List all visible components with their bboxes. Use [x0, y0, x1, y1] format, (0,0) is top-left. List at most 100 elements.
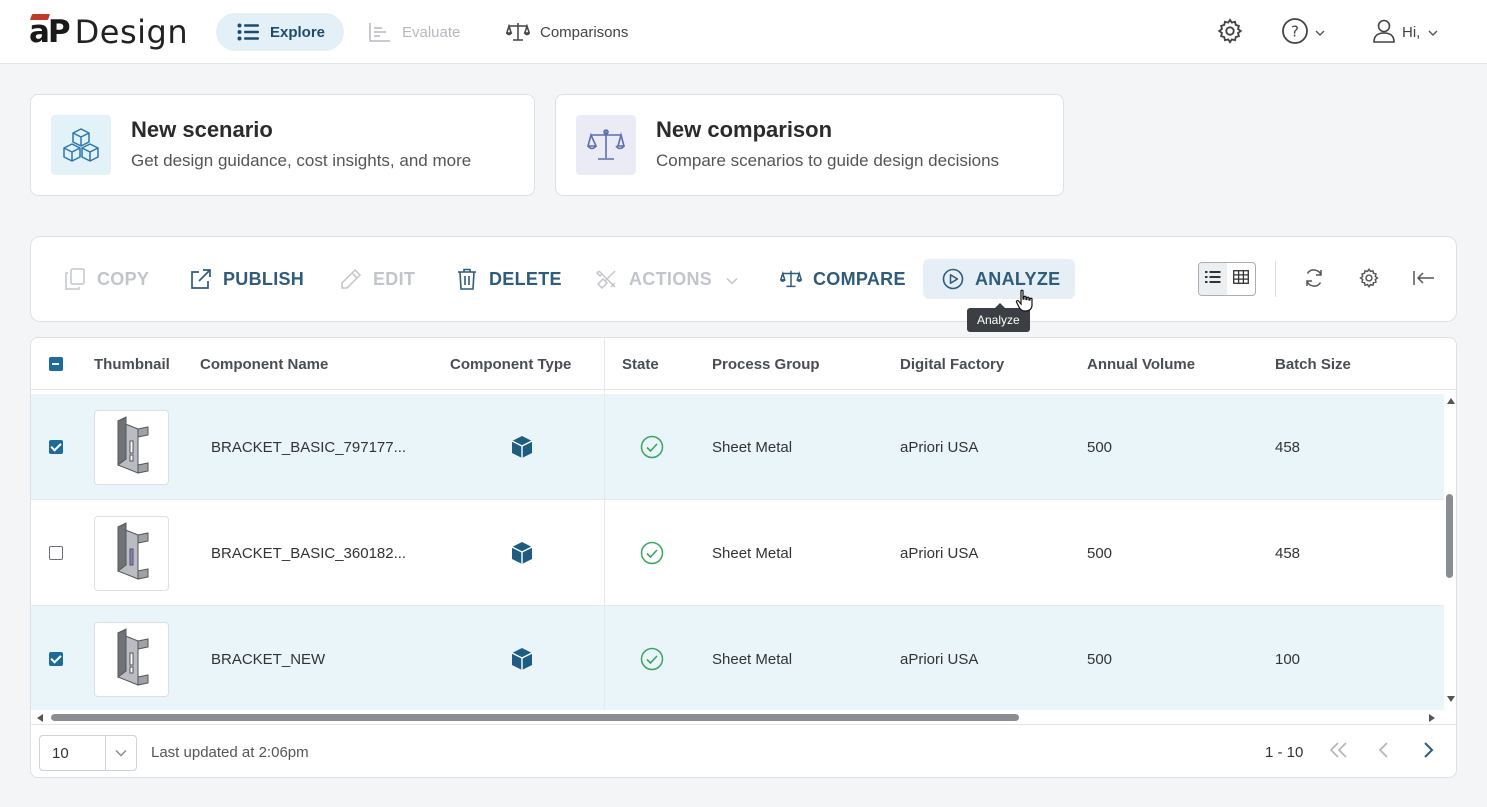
- row-batch-size: 458: [1275, 544, 1301, 562]
- edit-label: EDIT: [373, 268, 416, 289]
- scale-icon: [779, 267, 803, 291]
- publish-label: PUBLISH: [223, 268, 305, 289]
- row-checkbox[interactable]: [49, 606, 63, 712]
- row-digital-factory: aPriori USA: [900, 544, 979, 562]
- table-row[interactable]: BRACKET_BASIC_360182... Sheet Metal aPri…: [31, 500, 1444, 606]
- chevron-left-icon: [1377, 741, 1389, 764]
- pencil-icon: [339, 267, 363, 291]
- col-process-group[interactable]: Process Group: [712, 338, 820, 390]
- col-thumbnail[interactable]: Thumbnail: [94, 338, 170, 390]
- edit-button[interactable]: EDIT: [339, 259, 415, 299]
- component-part-icon: [510, 500, 534, 606]
- actions-label: ACTIONS: [629, 268, 713, 289]
- scroll-down-icon[interactable]: [1447, 696, 1455, 702]
- row-checkbox[interactable]: [49, 500, 63, 606]
- table-row[interactable]: BRACKET_BASIC_797177... Sheet Metal aPri…: [31, 394, 1444, 500]
- prev-page-button[interactable]: [1370, 739, 1396, 765]
- gear-icon: [1216, 17, 1244, 48]
- row-component-name[interactable]: BRACKET_BASIC_360182...: [211, 500, 406, 606]
- user-greeting: Hi,: [1402, 23, 1421, 41]
- col-digital-factory[interactable]: Digital Factory: [900, 338, 1004, 390]
- pointer-cursor-icon: [1014, 289, 1036, 313]
- component-part-icon: [510, 394, 534, 500]
- new-scenario-card[interactable]: New scenario Get design guidance, cost i…: [30, 94, 535, 196]
- col-component-type[interactable]: Component Type: [450, 338, 571, 390]
- col-component-name[interactable]: Component Name: [200, 338, 328, 390]
- nav-explore[interactable]: Explore: [216, 13, 344, 51]
- vertical-scroll-thumb[interactable]: [1446, 494, 1453, 578]
- list-view-button[interactable]: [1199, 263, 1227, 295]
- checkbox-checked: [49, 440, 63, 454]
- scale-icon: [506, 20, 530, 44]
- scroll-right-icon[interactable]: [1429, 714, 1435, 722]
- row-process-group: Sheet Metal: [712, 650, 793, 668]
- new-comparison-card[interactable]: New comparison Compare scenarios to guid…: [555, 94, 1064, 196]
- tools-icon: [595, 267, 619, 291]
- table-settings-button[interactable]: [1356, 267, 1382, 293]
- help-icon: ?: [1281, 17, 1309, 48]
- state-complete-icon: [640, 606, 664, 712]
- row-annual-volume: 500: [1087, 544, 1113, 562]
- table-row[interactable]: BRACKET_NEW Sheet Metal aPriori USA 500 …: [31, 606, 1444, 712]
- collapse-panel-button[interactable]: [1411, 267, 1437, 293]
- chevron-down-icon: [1315, 24, 1325, 40]
- settings-button[interactable]: [1216, 16, 1248, 48]
- view-toggle: [1198, 262, 1256, 296]
- page-size-select[interactable]: 10: [39, 735, 137, 771]
- row-annual-volume: 500: [1087, 650, 1113, 668]
- bracket-thumbnail: [94, 409, 169, 485]
- row-annual-volume: 500: [1087, 438, 1113, 456]
- row-component-name[interactable]: BRACKET_BASIC_797177...: [211, 394, 406, 500]
- state-complete-icon: [640, 500, 664, 606]
- compare-label: COMPARE: [813, 268, 906, 289]
- user-menu-button[interactable]: Hi,: [1372, 16, 1444, 48]
- nav-comparisons-label: Comparisons: [540, 23, 629, 41]
- toolbar-divider: [1275, 261, 1276, 297]
- compare-button[interactable]: COMPARE: [779, 259, 906, 299]
- gear-icon: [1358, 267, 1380, 294]
- nav-evaluate-label: Evaluate: [402, 23, 461, 41]
- nav-evaluate[interactable]: Evaluate: [366, 13, 476, 51]
- actions-dropdown[interactable]: ACTIONS: [595, 259, 738, 299]
- list-icon: [236, 20, 260, 44]
- row-process-group: Sheet Metal: [712, 438, 793, 456]
- refresh-button[interactable]: [1301, 267, 1327, 293]
- scale-icon: [576, 115, 636, 175]
- analyze-label: ANALYZE: [975, 268, 1061, 289]
- row-digital-factory: aPriori USA: [900, 650, 979, 668]
- publish-button[interactable]: PUBLISH: [189, 259, 304, 299]
- col-batch-size[interactable]: Batch Size: [1275, 338, 1351, 390]
- chevron-down-icon: [1428, 24, 1438, 40]
- help-menu-button[interactable]: ?: [1281, 16, 1329, 48]
- row-thumbnail: [94, 394, 169, 500]
- col-state[interactable]: State: [622, 338, 659, 390]
- row-component-name[interactable]: BRACKET_NEW: [211, 606, 325, 712]
- double-chevron-left-icon: [1329, 741, 1349, 764]
- select-all-checkbox[interactable]: [49, 338, 63, 390]
- next-page-button[interactable]: [1416, 739, 1442, 765]
- app-logo[interactable]: aP Design: [29, 12, 188, 52]
- row-thumbnail: [94, 500, 169, 606]
- horizontal-scroll-thumb[interactable]: [51, 714, 1019, 721]
- top-header: aP Design Explore Evaluate Comparisons ?: [0, 0, 1487, 64]
- delete-button[interactable]: DELETE: [455, 259, 562, 299]
- user-icon: [1372, 18, 1396, 47]
- scroll-up-icon[interactable]: [1447, 398, 1455, 404]
- nav-comparisons[interactable]: Comparisons: [504, 13, 654, 51]
- cubes-icon: [51, 115, 111, 175]
- checkbox-unchecked: [49, 546, 63, 560]
- row-checkbox[interactable]: [49, 394, 63, 500]
- scenario-table: Thumbnail Component Name Component Type …: [30, 337, 1457, 778]
- first-page-button[interactable]: [1326, 739, 1352, 765]
- analyze-button[interactable]: ANALYZE: [923, 259, 1075, 299]
- table-header: Thumbnail Component Name Component Type …: [31, 338, 1456, 390]
- trash-icon: [455, 267, 479, 291]
- copy-button[interactable]: COPY: [63, 259, 149, 299]
- new-scenario-title: New scenario: [131, 117, 273, 142]
- col-annual-volume[interactable]: Annual Volume: [1087, 338, 1195, 390]
- page-size-value: 10: [40, 736, 106, 770]
- scroll-left-icon[interactable]: [37, 714, 43, 722]
- grid-view-button[interactable]: [1227, 263, 1255, 295]
- table-icon: [1233, 269, 1249, 289]
- row-batch-size: 458: [1275, 438, 1301, 456]
